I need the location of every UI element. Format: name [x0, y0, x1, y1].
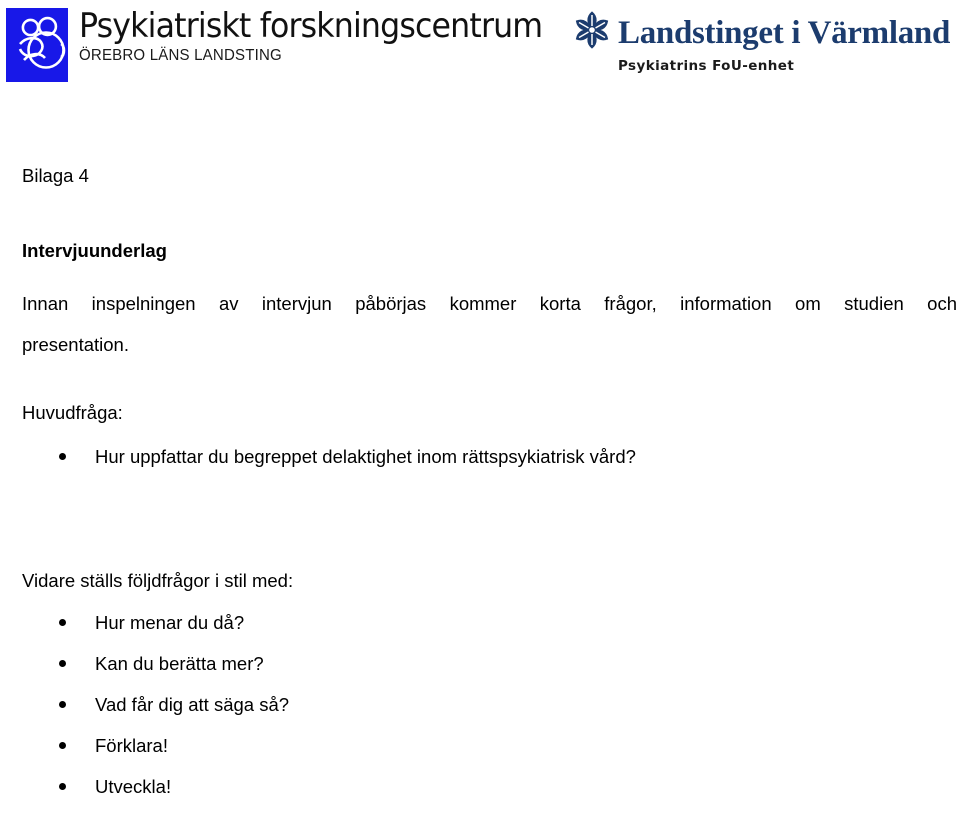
bullet-dot-icon [59, 660, 66, 667]
intro-paragraph-line-2: presentation. [22, 334, 129, 355]
list-item: Hur uppfattar du begreppet delaktighet i… [22, 444, 636, 485]
logo-psykiatriskt-forskningscentrum: Psykiatriskt forskningscentrum ÖREBRO LÄ… [6, 6, 577, 82]
logo-right-subtitle: Psykiatrins FoU-enhet [618, 58, 795, 74]
logo-left-title: Psykiatriskt forskningscentrum [79, 6, 543, 46]
list-item: Förklara! [22, 733, 289, 774]
list-item: Vad får dig att säga så? [22, 692, 289, 733]
list-item: Kan du berätta mer? [22, 651, 289, 692]
logo-landstinget-i-varmland: Landstinget i Värmland Psykiatrins FoU-e… [572, 10, 950, 74]
bullet-dot-icon [59, 783, 66, 790]
intro-paragraph: Innan inspelningen av intervjun påbörjas… [22, 283, 957, 365]
followup-question-text: Hur menar du då? [95, 612, 245, 633]
main-question-label: Huvudfråga: [22, 402, 123, 423]
followup-question-list: Hur menar du då? Kan du berätta mer? Vad… [22, 610, 289, 815]
document-page: Psykiatriskt forskningscentrum ÖREBRO LÄ… [0, 0, 960, 798]
bullet-dot-icon [59, 453, 66, 460]
appendix-label: Bilaga 4 [22, 165, 89, 186]
logo-right-title: Landstinget i Värmland [618, 14, 951, 51]
list-item: Hur menar du då? [22, 610, 289, 651]
page-title: Intervjuunderlag [22, 240, 167, 261]
followup-question-text: Utveckla! [95, 776, 172, 797]
logo-left-subtitle: ÖREBRO LÄNS LANDSTING [79, 47, 282, 64]
bullet-dot-icon [59, 619, 66, 626]
intro-paragraph-line-1: Innan inspelningen av intervjun påbörjas… [22, 293, 957, 314]
bullet-dot-icon [59, 701, 66, 708]
document-header: Psykiatriskt forskningscentrum ÖREBRO LÄ… [0, 0, 960, 90]
list-item: Utveckla! [22, 774, 289, 815]
followup-question-text: Kan du berätta mer? [95, 653, 264, 674]
varmland-six-petal-flower-icon [572, 10, 612, 55]
followup-question-text: Vad får dig att säga så? [95, 694, 290, 715]
bullet-dot-icon [59, 742, 66, 749]
followup-question-text: Förklara! [95, 735, 168, 756]
followup-label: Vidare ställs följdfrågor i stil med: [22, 570, 294, 591]
main-question-text: Hur uppfattar du begreppet delaktighet i… [95, 446, 636, 467]
main-question-list: Hur uppfattar du begreppet delaktighet i… [22, 444, 636, 485]
psychiatric-research-centre-figures-icon [6, 8, 68, 82]
